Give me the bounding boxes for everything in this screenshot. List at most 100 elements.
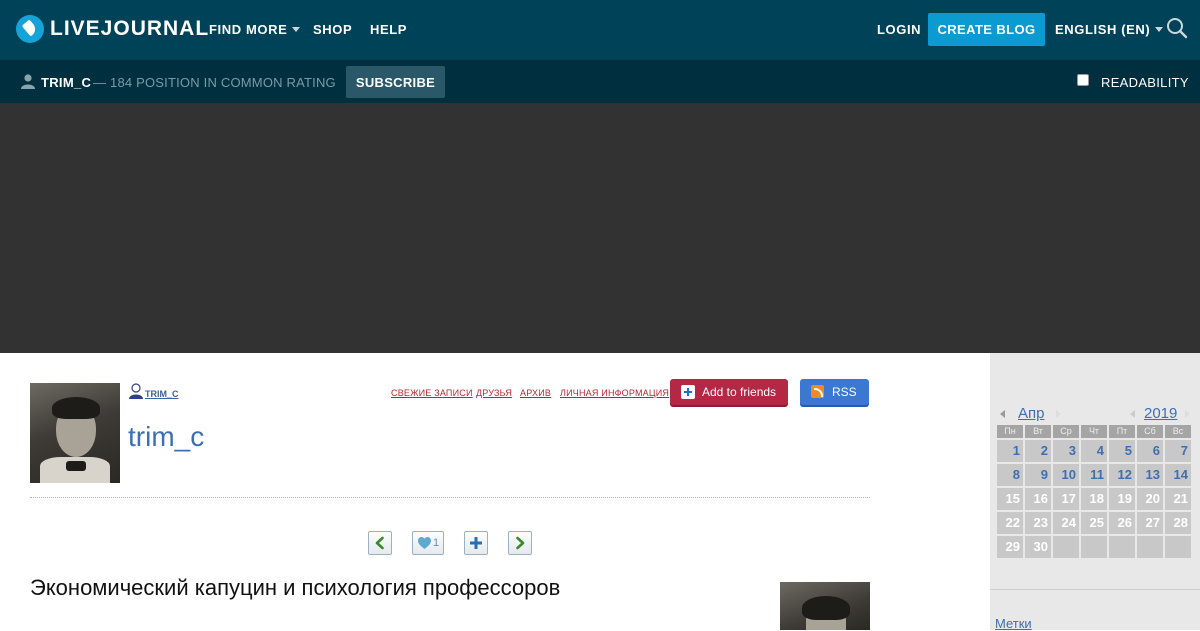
heart-icon bbox=[417, 537, 431, 549]
tags-link[interactable]: Метки bbox=[995, 616, 1032, 631]
header-divider bbox=[30, 497, 870, 498]
calendar-weekdays: Пн Вт Ср Чт Пт Сб Вс bbox=[997, 425, 1193, 438]
readability-label[interactable]: READABILITY bbox=[1101, 75, 1189, 90]
next-month-icon[interactable] bbox=[1056, 410, 1061, 418]
calendar-empty-cell bbox=[1109, 536, 1135, 558]
calendar-week-row: 8 9 10 11 12 13 14 bbox=[997, 464, 1193, 486]
calendar-weekday: Сб bbox=[1137, 425, 1163, 438]
calendar-day: 23 bbox=[1025, 512, 1051, 534]
calendar-day[interactable]: 8 bbox=[997, 464, 1023, 486]
readability-checkbox[interactable] bbox=[1077, 74, 1089, 86]
calendar-day: 25 bbox=[1081, 512, 1107, 534]
logo-text: LIVEJOURNAL bbox=[50, 17, 210, 40]
previous-month-icon[interactable] bbox=[1000, 410, 1005, 418]
calendar-day[interactable]: 2 bbox=[1025, 440, 1051, 462]
calendar-day: 21 bbox=[1165, 488, 1191, 510]
journal-main: TRIM_C trim_c СВЕЖИЕ ЗАПИСИ ДРУЗЬЯ АРХИВ… bbox=[0, 353, 990, 630]
language-selector[interactable]: ENGLISH (EN) bbox=[1055, 22, 1164, 37]
sidebar-divider bbox=[990, 589, 1200, 590]
calendar-weekday: Пт bbox=[1109, 425, 1135, 438]
profile-link[interactable]: ЛИЧНАЯ ИНФОРМАЦИЯ bbox=[560, 388, 669, 398]
add-to-friends-label: Add to friends bbox=[702, 385, 777, 399]
calendar-weekday: Вс bbox=[1165, 425, 1191, 438]
recent-entries-link[interactable]: СВЕЖИЕ ЗАПИСИ bbox=[391, 388, 473, 398]
calendar-weekday: Пн bbox=[997, 425, 1023, 438]
add-to-friends-button[interactable]: Add to friends bbox=[670, 379, 788, 405]
find-more-menu[interactable]: FIND MORE bbox=[209, 22, 301, 37]
calendar-day[interactable]: 6 bbox=[1137, 440, 1163, 462]
calendar-day[interactable]: 12 bbox=[1109, 464, 1135, 486]
login-link[interactable]: LOGIN bbox=[877, 22, 921, 37]
calendar-day: 19 bbox=[1109, 488, 1135, 510]
like-count: 1 bbox=[432, 537, 440, 549]
shop-link[interactable]: SHOP bbox=[313, 22, 352, 37]
journal-banner bbox=[0, 103, 1200, 353]
help-link[interactable]: HELP bbox=[370, 22, 407, 37]
post-author-avatar bbox=[780, 582, 870, 630]
calendar-day: 18 bbox=[1081, 488, 1107, 510]
calendar-day[interactable]: 11 bbox=[1081, 464, 1107, 486]
calendar-month-link[interactable]: Апр bbox=[1018, 405, 1044, 422]
calendar-day: 30 bbox=[1025, 536, 1051, 558]
add-icon bbox=[681, 385, 695, 399]
add-to-memories-button[interactable] bbox=[464, 531, 488, 555]
previous-year-icon[interactable] bbox=[1130, 410, 1135, 418]
language-label: ENGLISH (EN) bbox=[1055, 22, 1151, 37]
journal-subheader: TRIM_C — 184 POSITION IN COMMON RATING S… bbox=[0, 60, 1200, 103]
calendar-day[interactable]: 3 bbox=[1053, 440, 1079, 462]
calendar-day: 27 bbox=[1137, 512, 1163, 534]
search-icon[interactable] bbox=[1166, 17, 1188, 39]
like-button[interactable]: 1 bbox=[412, 531, 444, 555]
user-icon bbox=[21, 74, 35, 89]
create-blog-button[interactable]: CREATE BLOG bbox=[928, 13, 1045, 46]
calendar-day: 16 bbox=[1025, 488, 1051, 510]
calendar-week-row: 22 23 24 25 26 27 28 bbox=[997, 512, 1193, 534]
archive-link[interactable]: АРХИВ bbox=[520, 388, 551, 398]
calendar-day[interactable]: 9 bbox=[1025, 464, 1051, 486]
calendar-weekday: Вт bbox=[1025, 425, 1051, 438]
next-entry-button[interactable] bbox=[508, 531, 532, 555]
calendar-year-link[interactable]: 2019 bbox=[1144, 405, 1177, 422]
calendar-empty-cell bbox=[1081, 536, 1107, 558]
next-year-icon[interactable] bbox=[1185, 410, 1190, 418]
calendar-empty-cell bbox=[1165, 536, 1191, 558]
calendar-day: 17 bbox=[1053, 488, 1079, 510]
calendar-day[interactable]: 14 bbox=[1165, 464, 1191, 486]
calendar-week-row: 29 30 bbox=[997, 536, 1193, 558]
rss-icon bbox=[811, 385, 824, 398]
livejournal-logo-icon bbox=[16, 15, 44, 43]
subscribe-button[interactable]: SUBSCRIBE bbox=[346, 66, 445, 98]
calendar-day[interactable]: 5 bbox=[1109, 440, 1135, 462]
post-title[interactable]: Экономический капуцин и психология профе… bbox=[30, 575, 560, 601]
user-profile-icon[interactable] bbox=[128, 383, 144, 399]
rss-button[interactable]: RSS bbox=[800, 379, 869, 405]
calendar-day: 28 bbox=[1165, 512, 1191, 534]
journal-title[interactable]: trim_c bbox=[128, 421, 204, 453]
calendar-day[interactable]: 13 bbox=[1137, 464, 1163, 486]
journal-username-link[interactable]: TRIM_C bbox=[41, 75, 91, 90]
calendar-day[interactable]: 1 bbox=[997, 440, 1023, 462]
calendar-weekday: Ср bbox=[1053, 425, 1079, 438]
top-navigation: LIVEJOURNAL FIND MORE SHOP HELP LOGIN CR… bbox=[0, 0, 1200, 60]
calendar-day[interactable]: 4 bbox=[1081, 440, 1107, 462]
calendar-day: 15 bbox=[997, 488, 1023, 510]
journal-username-small[interactable]: TRIM_C bbox=[145, 389, 179, 399]
find-more-label: FIND MORE bbox=[209, 22, 288, 37]
journal-avatar[interactable] bbox=[30, 383, 120, 483]
friends-link[interactable]: ДРУЗЬЯ bbox=[476, 388, 512, 398]
calendar-weekday: Чт bbox=[1081, 425, 1107, 438]
calendar-grid: Пн Вт Ср Чт Пт Сб Вс 1 2 3 4 5 6 7 8 9 10 11 12 13 14 15 16 17… bbox=[997, 425, 1193, 558]
plus-icon bbox=[470, 537, 482, 549]
chevron-down-icon bbox=[292, 27, 301, 32]
calendar-day[interactable]: 7 bbox=[1165, 440, 1191, 462]
calendar-empty-cell bbox=[1137, 536, 1163, 558]
livejournal-logo[interactable]: LIVEJOURNAL bbox=[16, 15, 209, 43]
calendar-week-row: 15 16 17 18 19 20 21 bbox=[997, 488, 1193, 510]
chevron-down-icon bbox=[1155, 27, 1164, 32]
calendar-day[interactable]: 10 bbox=[1053, 464, 1079, 486]
journal-sidebar: Апр 2019 Пн Вт Ср Чт Пт Сб Вс 1 2 3 4 5 6 7 8 9 10 11 12 1… bbox=[990, 353, 1200, 631]
previous-entry-button[interactable] bbox=[368, 531, 392, 555]
calendar-day: 29 bbox=[997, 536, 1023, 558]
rss-label: RSS bbox=[832, 385, 857, 399]
calendar-day: 26 bbox=[1109, 512, 1135, 534]
